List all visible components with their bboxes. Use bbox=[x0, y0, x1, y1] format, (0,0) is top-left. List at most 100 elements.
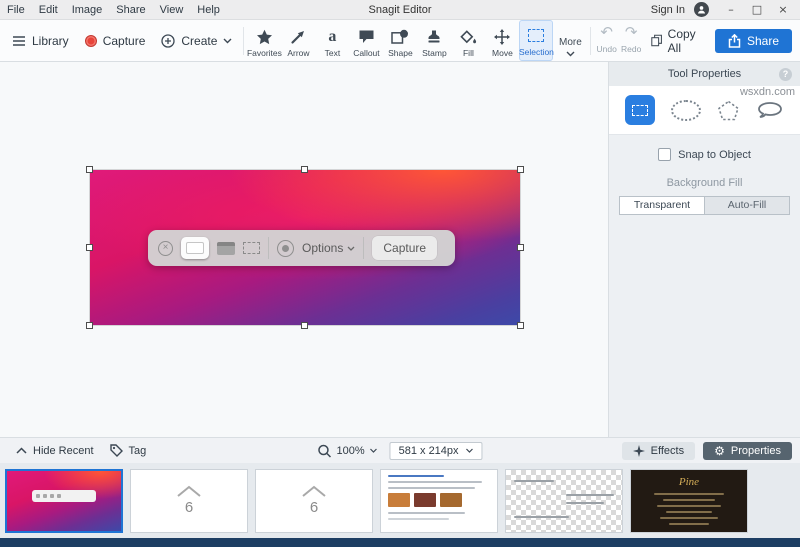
capture-action-button[interactable]: Capture bbox=[372, 236, 438, 260]
menubar: File Edit Image Share View Help bbox=[0, 4, 227, 16]
lasso-selection-option[interactable] bbox=[756, 101, 784, 119]
selection-handle[interactable] bbox=[301, 322, 308, 329]
sparkle-icon bbox=[632, 444, 645, 457]
effects-button[interactable]: Effects bbox=[621, 441, 696, 460]
auto-fill-option[interactable]: Auto-Fill bbox=[705, 196, 790, 215]
tool-label: Move bbox=[492, 47, 513, 58]
selection-handle[interactable] bbox=[517, 243, 524, 251]
undo-label: Undo bbox=[596, 43, 617, 54]
minimize-button[interactable]: – bbox=[718, 3, 744, 16]
options-dropdown[interactable]: Options bbox=[302, 241, 355, 255]
menu-edit[interactable]: Edit bbox=[32, 4, 65, 16]
tool-callout[interactable]: Callout bbox=[349, 20, 383, 61]
selection-handle[interactable] bbox=[301, 166, 308, 173]
fill-bucket-icon bbox=[460, 29, 477, 43]
chevron-down-icon bbox=[566, 51, 575, 57]
tool-favorites[interactable]: Favorites bbox=[247, 20, 282, 61]
library-button[interactable]: Library bbox=[4, 20, 77, 61]
more-label: More bbox=[559, 37, 582, 48]
thumbnail-shortcut-key[interactable]: 6 bbox=[130, 468, 248, 533]
transparency-checkerboard bbox=[506, 469, 622, 532]
tool-properties-panel: Tool Properties ? Snap to Object Backgro… bbox=[608, 62, 800, 437]
window-title: Snagit Editor bbox=[368, 3, 432, 16]
capture-window-icon[interactable] bbox=[217, 241, 235, 255]
polygon-selection-option[interactable] bbox=[717, 100, 740, 121]
menu-title: Pine bbox=[678, 475, 700, 488]
snagit-editor-window: File Edit Image Share View Help Snagit E… bbox=[0, 0, 800, 547]
hamburger-icon bbox=[13, 35, 25, 46]
share-button[interactable]: Share bbox=[714, 28, 792, 53]
selection-handle[interactable] bbox=[86, 322, 93, 329]
tag-button[interactable]: Tag bbox=[102, 444, 155, 457]
tool-shape[interactable]: Shape bbox=[383, 20, 417, 61]
capture-record-icon bbox=[84, 34, 97, 47]
close-button[interactable]: × bbox=[770, 3, 796, 16]
thumbnail-transparent-image[interactable] bbox=[505, 468, 623, 533]
ellipse-selection-option[interactable] bbox=[671, 99, 701, 121]
sign-in-link[interactable]: Sign In bbox=[651, 4, 685, 16]
create-button[interactable]: Create bbox=[153, 20, 240, 61]
panel-title: Tool Properties bbox=[667, 68, 742, 80]
taskbar-strip bbox=[0, 538, 800, 547]
menu-share[interactable]: Share bbox=[109, 4, 152, 16]
menu-file[interactable]: File bbox=[0, 4, 32, 16]
selection-handle[interactable] bbox=[86, 243, 93, 251]
properties-button[interactable]: ⚙ Properties bbox=[703, 441, 792, 460]
hide-recent-button[interactable]: Hide Recent bbox=[8, 445, 102, 457]
capture-button[interactable]: Capture bbox=[77, 20, 154, 61]
tool-label: Callout bbox=[353, 47, 380, 58]
tool-label: Selection bbox=[518, 46, 554, 57]
help-icon[interactable]: ? bbox=[779, 67, 792, 81]
menu-view[interactable]: View bbox=[153, 4, 191, 16]
arrow-icon bbox=[291, 30, 305, 44]
person-icon bbox=[697, 6, 706, 14]
capture-portion-icon[interactable] bbox=[243, 242, 260, 254]
magnifier-icon bbox=[318, 444, 331, 458]
tag-label: Tag bbox=[128, 444, 147, 457]
menu-image[interactable]: Image bbox=[65, 4, 110, 16]
dimensions-dropdown[interactable]: 581 x 214px bbox=[389, 441, 483, 460]
share-icon bbox=[728, 33, 741, 48]
snap-to-object-checkbox[interactable] bbox=[658, 148, 672, 161]
plus-circle-icon bbox=[161, 33, 176, 48]
thumbnail-shortcut-key[interactable]: 6 bbox=[255, 468, 373, 533]
redo-button[interactable]: ↷ Redo bbox=[619, 24, 644, 58]
selection-handle[interactable] bbox=[517, 322, 524, 329]
selection-icon bbox=[528, 29, 545, 42]
menu-help[interactable]: Help bbox=[190, 4, 227, 16]
chevron-down-icon bbox=[370, 448, 378, 453]
callout-icon bbox=[359, 30, 374, 43]
properties-label: Properties bbox=[730, 444, 781, 457]
thumbnail-menu-card[interactable]: Pine bbox=[630, 468, 748, 533]
tag-icon bbox=[109, 444, 123, 457]
selected-image[interactable]: × Options Capture bbox=[86, 166, 524, 329]
zoom-control[interactable]: 100% bbox=[317, 444, 378, 458]
copy-all-button[interactable]: Copy All bbox=[643, 27, 711, 55]
selection-handle[interactable] bbox=[86, 166, 93, 173]
capture-entire-screen-button[interactable] bbox=[181, 237, 209, 259]
tool-selection[interactable]: Selection bbox=[518, 20, 554, 61]
transparent-option[interactable]: Transparent bbox=[619, 196, 705, 215]
tool-move[interactable]: Move bbox=[485, 20, 519, 61]
tool-arrow[interactable]: Arrow bbox=[281, 20, 315, 61]
web-image bbox=[388, 492, 410, 507]
tool-label: Arrow bbox=[287, 47, 310, 58]
undo-button[interactable]: ↶ Undo bbox=[594, 24, 619, 58]
rect-selection-option[interactable] bbox=[625, 95, 655, 125]
dashed-rect-icon bbox=[632, 104, 648, 116]
options-label: Options bbox=[302, 241, 344, 255]
tool-fill[interactable]: Fill bbox=[451, 20, 485, 61]
tool-stamp[interactable]: Stamp bbox=[417, 20, 451, 61]
canvas[interactable]: × Options Capture bbox=[0, 62, 608, 437]
thumbnail-gradient-capture[interactable] bbox=[5, 468, 123, 533]
thumbnail-webpage[interactable] bbox=[380, 468, 498, 533]
close-capture-icon[interactable]: × bbox=[158, 240, 173, 256]
selection-handle[interactable] bbox=[517, 166, 524, 173]
account-avatar[interactable] bbox=[694, 2, 709, 17]
tool-text[interactable]: a Text bbox=[315, 20, 349, 61]
maximize-button[interactable]: □ bbox=[744, 3, 770, 16]
stamp-icon bbox=[428, 30, 440, 43]
tool-more[interactable]: More bbox=[553, 20, 587, 61]
move-icon bbox=[494, 28, 511, 45]
record-icon[interactable] bbox=[277, 239, 294, 257]
